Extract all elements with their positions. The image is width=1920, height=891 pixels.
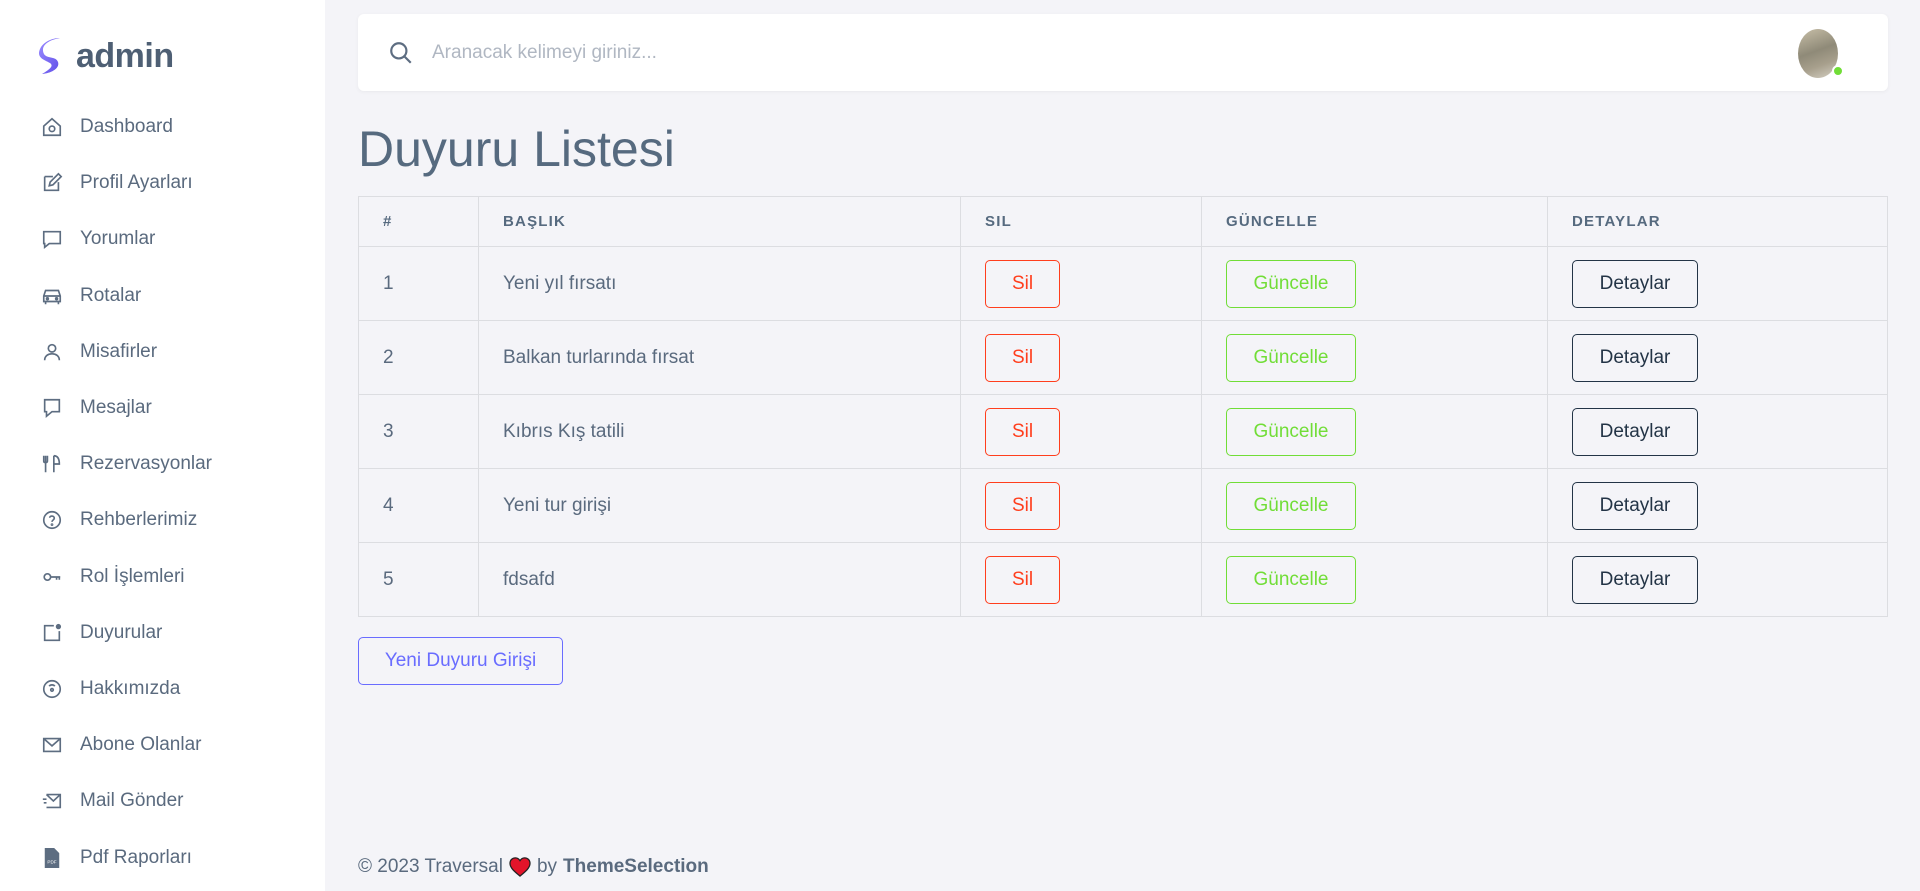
update-button[interactable]: Güncelle [1226, 259, 1356, 308]
edit-icon [40, 171, 64, 195]
new-announcement-button[interactable]: Yeni Duyuru Girişi [358, 637, 563, 685]
sidebar-item-label: Profil Ayarları [80, 172, 193, 194]
row-title: fdsafd [478, 542, 961, 617]
column-header-title: BAŞLIK [478, 196, 961, 247]
update-button[interactable]: Güncelle [1226, 481, 1356, 530]
row-number: 4 [358, 468, 479, 543]
row-number: 2 [358, 320, 479, 395]
row-title: Yeni tur girişi [478, 468, 961, 543]
delete-button[interactable]: Sil [985, 259, 1060, 308]
sidebar-item-reservations[interactable]: Rezervasyonlar [0, 436, 325, 492]
user-icon [40, 340, 64, 364]
key-icon [40, 565, 64, 589]
sidebar-item-send-mail[interactable]: Mail Gönder [0, 773, 325, 829]
sidebar-item-subscribers[interactable]: Abone Olanlar [0, 717, 325, 773]
sidebar-menu: Dashboard Profil Ayarları Yorumlar Rotal… [0, 99, 325, 886]
sidebar-item-dashboard[interactable]: Dashboard [0, 99, 325, 155]
row-title: Yeni yıl fırsatı [478, 246, 961, 321]
table-row: 3 Kıbrıs Kış tatili Sil Güncelle Detayla… [358, 394, 1888, 469]
sidebar-item-guests[interactable]: Misafirler [0, 324, 325, 380]
details-button[interactable]: Detaylar [1572, 333, 1698, 382]
info-circle-icon [40, 677, 64, 701]
mail-icon [40, 733, 64, 757]
pdf-file-icon: PDF [40, 846, 64, 870]
row-number: 1 [358, 246, 479, 321]
update-button[interactable]: Güncelle [1226, 333, 1356, 382]
announcement-table: # BAŞLIK SIL GÜNCELLE DETAYLAR 1 Yeni yı… [358, 196, 1888, 617]
row-number: 3 [358, 394, 479, 469]
sidebar-item-label: Rehberlerimiz [80, 509, 198, 531]
heart-icon [509, 857, 531, 877]
svg-text:PDF: PDF [47, 859, 56, 864]
delete-button[interactable]: Sil [985, 555, 1060, 604]
sidebar-item-label: Rotalar [80, 284, 142, 306]
top-navbar [358, 14, 1888, 91]
notification-icon [40, 621, 64, 645]
column-header-update: GÜNCELLE [1201, 196, 1548, 247]
details-button[interactable]: Detaylar [1572, 259, 1698, 308]
column-header-delete: SIL [960, 196, 1202, 247]
sidebar-item-label: Duyurular [80, 621, 163, 643]
restaurant-icon [40, 452, 64, 476]
brand[interactable]: admin [38, 36, 174, 76]
sidebar-item-label: Pdf Raporları [80, 846, 192, 868]
table-row: 2 Balkan turlarında fırsat Sil Güncelle … [358, 320, 1888, 395]
sidebar-item-comments[interactable]: Yorumlar [0, 211, 325, 267]
table-row: 4 Yeni tur girişi Sil Güncelle Detaylar [358, 468, 1888, 543]
mail-send-icon [40, 789, 64, 813]
page-title: Duyuru Listesi [358, 121, 675, 177]
sidebar: admin Dashboard Profil Ayarları Yorumlar… [0, 0, 325, 891]
footer-copyright: © 2023 Traversal [358, 856, 503, 877]
comment-icon [40, 227, 64, 251]
help-circle-icon [40, 508, 64, 532]
footer-by: by [536, 856, 558, 877]
sidebar-item-about[interactable]: Hakkımızda [0, 661, 325, 717]
sidebar-item-label: Mesajlar [80, 397, 152, 419]
sidebar-item-label: Mail Gönder [80, 790, 184, 812]
delete-button[interactable]: Sil [985, 481, 1060, 530]
sidebar-item-label: Abone Olanlar [80, 734, 202, 756]
column-header-details: DETAYLAR [1547, 196, 1888, 247]
sidebar-item-announcements[interactable]: Duyurular [0, 605, 325, 661]
brand-name: admin [76, 36, 174, 75]
row-title: Kıbrıs Kış tatili [478, 394, 961, 469]
sidebar-item-profile-settings[interactable]: Profil Ayarları [0, 155, 325, 211]
footer-brand-link[interactable]: ThemeSelection [563, 856, 709, 878]
sidebar-item-guides[interactable]: Rehberlerimiz [0, 492, 325, 548]
sidebar-item-messages[interactable]: Mesajlar [0, 380, 325, 436]
table-row: 5 fdsafd Sil Güncelle Detaylar [358, 542, 1888, 617]
sidebar-item-role-operations[interactable]: Rol İşlemleri [0, 549, 325, 605]
car-icon [40, 284, 64, 308]
row-title: Balkan turlarında fırsat [478, 320, 961, 395]
home-icon [40, 115, 64, 139]
table-header-row: # BAŞLIK SIL GÜNCELLE DETAYLAR [358, 196, 1888, 247]
sidebar-item-label: Rol İşlemleri [80, 565, 185, 587]
column-header-number: # [358, 196, 479, 247]
footer: © 2023 Traversal by ThemeSelection [358, 856, 709, 878]
update-button[interactable]: Güncelle [1226, 407, 1356, 456]
delete-button[interactable]: Sil [985, 333, 1060, 382]
sidebar-item-label: Yorumlar [80, 228, 156, 250]
row-number: 5 [358, 542, 479, 617]
update-button[interactable]: Güncelle [1226, 555, 1356, 604]
sidebar-item-pdf-reports[interactable]: PDF Pdf Raporları [0, 829, 325, 885]
sidebar-item-label: Hakkımızda [80, 677, 181, 699]
sidebar-item-routes[interactable]: Rotalar [0, 268, 325, 324]
sidebar-item-label: Dashboard [80, 116, 173, 138]
message-icon [40, 396, 64, 420]
online-status-dot [1832, 65, 1844, 77]
delete-button[interactable]: Sil [985, 407, 1060, 456]
avatar[interactable] [1798, 29, 1844, 78]
sidebar-item-label: Misafirler [80, 340, 158, 362]
table-row: 1 Yeni yıl fırsatı Sil Güncelle Detaylar [358, 246, 1888, 321]
details-button[interactable]: Detaylar [1572, 407, 1698, 456]
details-button[interactable]: Detaylar [1572, 481, 1698, 530]
brand-logo-icon [39, 38, 60, 74]
search-icon[interactable] [388, 40, 414, 66]
sidebar-item-label: Rezervasyonlar [80, 453, 212, 475]
search-input[interactable] [432, 34, 1332, 72]
details-button[interactable]: Detaylar [1572, 555, 1698, 604]
